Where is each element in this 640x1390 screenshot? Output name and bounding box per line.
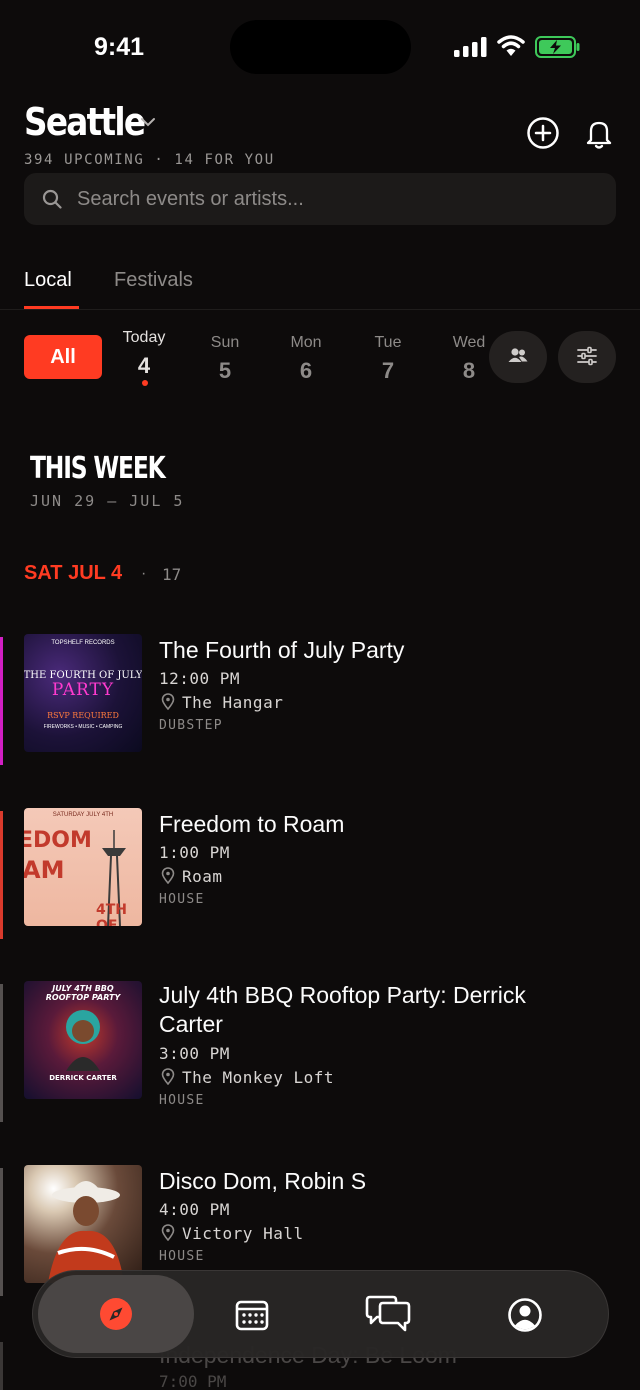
event-poster[interactable]: SATURDAY JULY 4TH EDOM AM 4TH OF <box>24 808 142 926</box>
event-time: 12:00 PM <box>159 669 241 688</box>
event-time: 1:00 PM <box>159 843 230 862</box>
day-today[interactable]: Today 4 <box>109 329 179 379</box>
event-genre: HOUSE <box>159 1093 205 1108</box>
poster-text: JULY 4TH BBQ <box>52 984 114 993</box>
event-poster[interactable]: TOPSHELF RECORDS THE FOURTH OF JULY PART… <box>24 634 142 752</box>
event-venue: Victory Hall <box>182 1224 304 1243</box>
status-bar: 9:41 <box>0 0 640 90</box>
event-poster[interactable] <box>24 1165 142 1283</box>
day-sun[interactable]: Sun 5 <box>190 334 260 384</box>
chevron-down-icon[interactable] <box>140 116 156 128</box>
city-selector[interactable]: Seattle <box>24 100 146 144</box>
event-accent-bar <box>0 637 3 765</box>
signal-icon <box>454 37 487 57</box>
poster-text: SATURDAY JULY 4TH <box>52 812 114 818</box>
poster-text: PARTY <box>51 680 115 700</box>
poster-text: RSVP REQUIRED <box>47 711 119 720</box>
poster-text: EDOM <box>24 828 92 853</box>
event-accent-bar <box>0 984 3 1122</box>
divider <box>0 309 640 310</box>
event-accent-bar <box>0 811 3 939</box>
event-accent-bar <box>0 1168 3 1296</box>
poster-text: FIREWORKS • MUSIC • CAMPING <box>43 724 123 730</box>
day-tue[interactable]: Tue 7 <box>353 334 423 384</box>
day-date: 4 <box>137 353 151 378</box>
day-mon[interactable]: Mon 6 <box>271 334 341 384</box>
compass-icon <box>100 1298 132 1330</box>
filter-all-button[interactable]: All <box>24 335 102 379</box>
event-title[interactable]: Freedom to Roam <box>159 810 579 839</box>
day-name: Mon <box>290 334 322 351</box>
day-date: 6 <box>299 358 313 383</box>
location-pin-icon <box>161 1068 175 1085</box>
location-pin-icon <box>161 1224 175 1241</box>
day-name: Tue <box>374 334 402 351</box>
event-time: 3:00 PM <box>159 1044 230 1063</box>
section-date-range: JUN 29 – JUL 5 <box>30 492 185 510</box>
events-summary: 394 UPCOMING · 14 FOR YOU <box>24 152 275 168</box>
profile-icon[interactable] <box>507 1297 543 1333</box>
event-time: 7:00 PM <box>159 1372 227 1390</box>
event-genre: HOUSE <box>159 892 205 907</box>
event-title[interactable]: July 4th BBQ Rooftop Party: Derrick Cart… <box>159 981 579 1039</box>
battery-charging-icon <box>535 36 580 58</box>
event-accent-bar <box>0 1342 3 1390</box>
people-icon <box>508 348 528 362</box>
event-title[interactable]: The Fourth of July Party <box>159 636 579 665</box>
plus-circle-icon[interactable] <box>526 116 560 150</box>
date-header: SAT JUL 4 <box>24 562 123 584</box>
poster-text: 4TH OF <box>96 902 128 926</box>
section-title: THIS WEEK <box>30 451 166 486</box>
poster-text: TOPSHELF RECORDS <box>51 640 115 646</box>
chat-icon[interactable] <box>363 1294 413 1334</box>
day-name: Sun <box>210 334 240 351</box>
search-placeholder: Search events or artists... <box>77 188 304 210</box>
event-poster[interactable]: JULY 4TH BBQ ROOFTOP PARTY DERRICK CARTE… <box>24 981 142 1099</box>
poster-text: DERRICK CARTER <box>49 1074 117 1082</box>
status-time: 9:41 <box>94 33 145 61</box>
event-genre: HOUSE <box>159 1249 205 1264</box>
poster-text: AM <box>24 856 65 884</box>
poster-text: ROOFTOP PARTY <box>45 993 121 1002</box>
artist-photo <box>48 1181 124 1283</box>
nav-explore[interactable] <box>38 1275 194 1353</box>
event-title[interactable]: Disco Dom, Robin S <box>159 1167 579 1196</box>
friends-filter-button[interactable] <box>489 331 547 383</box>
bell-icon[interactable] <box>582 116 616 150</box>
calendar-icon[interactable] <box>234 1297 270 1333</box>
event-time: 4:00 PM <box>159 1200 230 1219</box>
filters-button[interactable] <box>558 331 616 383</box>
artist-photo <box>66 1010 100 1071</box>
wifi-icon <box>497 35 525 56</box>
day-date: 5 <box>218 358 232 383</box>
dynamic-island <box>230 20 411 74</box>
tab-local[interactable]: Local <box>24 269 72 292</box>
sliders-icon <box>577 346 597 366</box>
event-venue: The Hangar <box>182 693 284 712</box>
event-venue: The Monkey Loft <box>182 1068 334 1087</box>
date-event-count: 17 <box>162 565 182 584</box>
location-pin-icon <box>161 693 175 710</box>
date-separator: · <box>141 565 147 582</box>
day-date: 7 <box>381 358 395 383</box>
event-venue: Roam <box>182 867 223 886</box>
tab-festivals[interactable]: Festivals <box>114 269 193 292</box>
search-icon <box>42 189 62 209</box>
event-genre: DUBSTEP <box>159 718 223 733</box>
selected-day-dot <box>142 380 148 386</box>
search-input[interactable]: Search events or artists... <box>24 173 616 225</box>
bottom-navigation <box>32 1270 609 1358</box>
day-name: Today <box>122 329 166 346</box>
location-pin-icon <box>161 867 175 884</box>
